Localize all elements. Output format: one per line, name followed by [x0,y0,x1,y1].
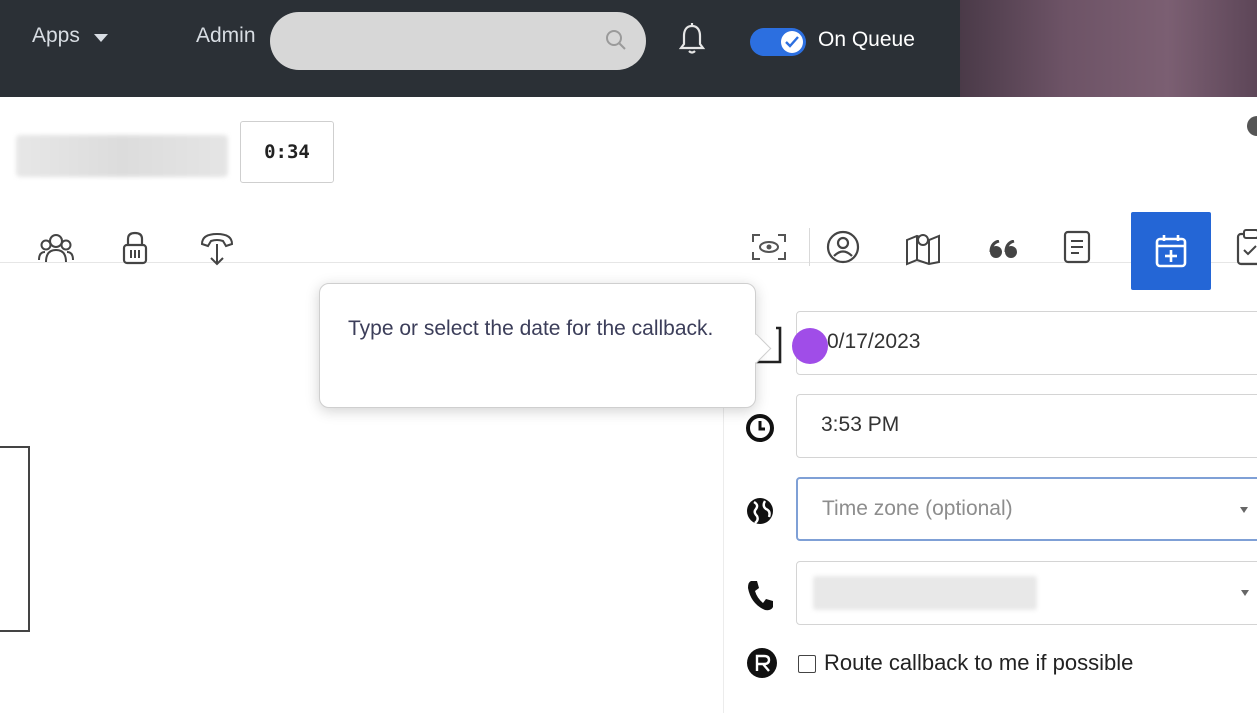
search-icon [606,30,626,50]
search-input[interactable] [270,12,646,70]
top-navigation-bar: Apps Admin On Queue [0,0,1257,97]
phone-number-redacted [813,576,1037,610]
route-callback-label[interactable]: Route callback to me if possible [824,650,1133,676]
lock-icon[interactable] [120,230,150,271]
chevron-down-icon [1241,590,1249,596]
notes-icon[interactable] [1063,230,1091,269]
interaction-header: 0:34 [0,97,1257,213]
clock-icon [745,413,775,448]
chevron-down-icon [1240,507,1248,513]
check-icon [785,36,799,48]
route-icon [747,648,777,678]
callback-time-value: 3:53 PM [821,413,900,436]
bell-icon[interactable] [677,22,707,61]
face-scan-icon[interactable] [752,234,786,265]
tooltip-text: Type or select the date for the callback… [348,317,714,340]
transfer-icon[interactable] [199,230,235,273]
date-help-tooltip: Type or select the date for the callback… [319,283,772,408]
time-zone-placeholder: Time zone (optional) [822,497,1013,520]
calendar-icon [1155,235,1187,268]
close-icon[interactable] [1244,114,1257,138]
on-queue-toggle[interactable] [750,28,806,56]
apps-menu[interactable]: Apps [32,24,108,48]
toggle-knob [781,31,803,53]
participant-name-redacted [16,135,228,177]
clipboard-icon[interactable] [1236,228,1257,271]
callback-number-select[interactable] [796,561,1257,625]
apps-menu-label: Apps [32,24,80,47]
chevron-down-icon [93,33,108,42]
callback-date-value: 0/17/2023 [827,330,921,353]
callback-date-field[interactable]: 0/17/2023 [796,311,1257,375]
phone-icon [745,578,775,617]
quote-icon[interactable] [989,239,1019,265]
globe-icon [745,496,775,531]
content-frame [0,446,30,632]
map-icon[interactable] [905,230,941,271]
status-label: On Queue [818,28,915,51]
admin-menu[interactable]: Admin [196,24,256,48]
people-icon[interactable] [38,232,74,271]
interaction-timer: 0:34 [240,121,334,183]
user-profile-area[interactable] [960,0,1257,97]
time-zone-select[interactable]: Time zone (optional) [796,477,1257,541]
cursor-indicator [792,328,828,364]
callback-time-field[interactable]: 3:53 PM [796,394,1257,458]
toolbar-divider [809,228,810,266]
route-callback-checkbox[interactable] [798,655,816,673]
contact-icon[interactable] [826,230,860,269]
tab-callback-scheduler[interactable] [1131,212,1211,290]
